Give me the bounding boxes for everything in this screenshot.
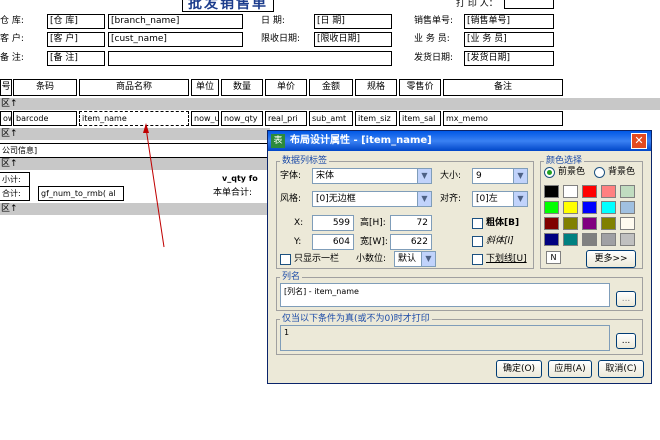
column-name-browse-button[interactable]: ... (616, 291, 636, 307)
condition-browse-button[interactable]: ... (616, 333, 636, 349)
underline-checkbox[interactable] (472, 254, 483, 265)
app-icon: 表 (271, 134, 285, 148)
height-label: 高[H]: (360, 218, 386, 228)
print-condition-group-title: 仅当以下条件为真(或不为0)时才打印 (280, 313, 432, 325)
style-label: 风格: (280, 194, 302, 204)
size-label: 大小: (440, 171, 462, 181)
width-input[interactable]: 622 (390, 234, 432, 250)
x-input[interactable]: 599 (312, 215, 354, 231)
color-swatch[interactable] (620, 185, 635, 198)
annotation-arrowhead-1 (143, 123, 149, 133)
background-label: 背景色 (608, 167, 636, 177)
color-swatch[interactable] (582, 185, 597, 198)
annotation-arrow-1 (145, 127, 165, 248)
foreground-radio[interactable] (544, 167, 555, 178)
font-label: 字体: (280, 171, 302, 181)
decimals-select[interactable]: 默认 ▼ (394, 251, 436, 267)
color-swatch[interactable] (620, 217, 635, 230)
height-input[interactable]: 72 (390, 215, 432, 231)
dialog-title-bar[interactable]: 布局设计属性 - [item_name] (268, 131, 651, 151)
color-swatch[interactable] (544, 217, 559, 230)
chevron-down-icon[interactable]: ▼ (513, 192, 527, 206)
bold-checkbox[interactable] (472, 218, 483, 229)
print-condition-input[interactable]: 1 (280, 325, 610, 351)
color-indicator: N (546, 251, 561, 264)
chevron-down-icon[interactable]: ▼ (513, 169, 527, 183)
cancel-button[interactable]: 取消(C) (598, 360, 644, 378)
more-colors-button[interactable]: 更多>> (586, 250, 636, 268)
color-swatch[interactable] (563, 201, 578, 214)
font-select-value: 宋体 (316, 171, 335, 181)
style-select-value: [0]无边框 (316, 194, 356, 204)
italic-checkbox[interactable] (472, 236, 483, 247)
color-swatch[interactable] (563, 233, 578, 246)
align-label: 对齐: (440, 194, 462, 204)
color-swatch[interactable] (601, 201, 616, 214)
column-name-group-title: 列名 (280, 271, 303, 283)
color-swatch[interactable] (582, 217, 597, 230)
size-select[interactable]: 9 ▼ (472, 168, 528, 184)
color-swatch[interactable] (601, 217, 616, 230)
data-label-group-title: 数据列标签 (280, 155, 330, 167)
font-select[interactable]: 宋体 ▼ (312, 168, 432, 184)
color-swatch[interactable] (563, 217, 578, 230)
align-select[interactable]: [0]左 ▼ (472, 191, 528, 207)
chevron-down-icon[interactable]: ▼ (417, 169, 431, 183)
color-swatch-grid (544, 185, 640, 251)
color-swatch[interactable] (544, 233, 559, 246)
italic-label: 斜体[I] (486, 236, 514, 246)
bold-label: 粗体[B] (486, 218, 520, 228)
color-swatch[interactable] (544, 185, 559, 198)
chevron-down-icon[interactable]: ▼ (421, 252, 435, 266)
color-swatch[interactable] (582, 233, 597, 246)
background-radio[interactable] (594, 167, 605, 178)
underline-label: 下划线[U] (486, 254, 527, 264)
apply-button[interactable]: 应用(A) (548, 360, 592, 378)
chevron-down-icon[interactable]: ▼ (417, 192, 431, 206)
y-input[interactable]: 604 (312, 234, 354, 250)
foreground-label: 前景色 (558, 167, 586, 177)
size-select-value: 9 (476, 171, 482, 181)
x-label: X: (294, 218, 304, 228)
color-swatch[interactable] (582, 201, 597, 214)
ok-button[interactable]: 确定(O) (496, 360, 542, 378)
y-label: Y: (294, 237, 302, 247)
color-swatch[interactable] (601, 185, 616, 198)
layout-properties-dialog: 布局设计属性 - [item_name] 表 ✕ 数据列标签 字体: 宋体 ▼ … (267, 130, 652, 384)
color-swatch[interactable] (563, 185, 578, 198)
width-label: 宽[W]: (360, 237, 388, 247)
color-swatch[interactable] (620, 233, 635, 246)
style-select[interactable]: [0]无边框 ▼ (312, 191, 432, 207)
color-swatch[interactable] (601, 233, 616, 246)
color-swatch[interactable] (620, 201, 635, 214)
show-one-checkbox[interactable] (280, 254, 291, 265)
close-icon[interactable]: ✕ (631, 133, 647, 149)
show-one-label: 只显示一栏 (294, 254, 340, 264)
column-name-input[interactable]: [列名] - item_name (280, 283, 610, 307)
align-select-value: [0]左 (476, 194, 498, 204)
decimals-select-value: 默认 (398, 254, 417, 264)
decimals-label: 小数位: (356, 254, 387, 264)
color-swatch[interactable] (544, 201, 559, 214)
